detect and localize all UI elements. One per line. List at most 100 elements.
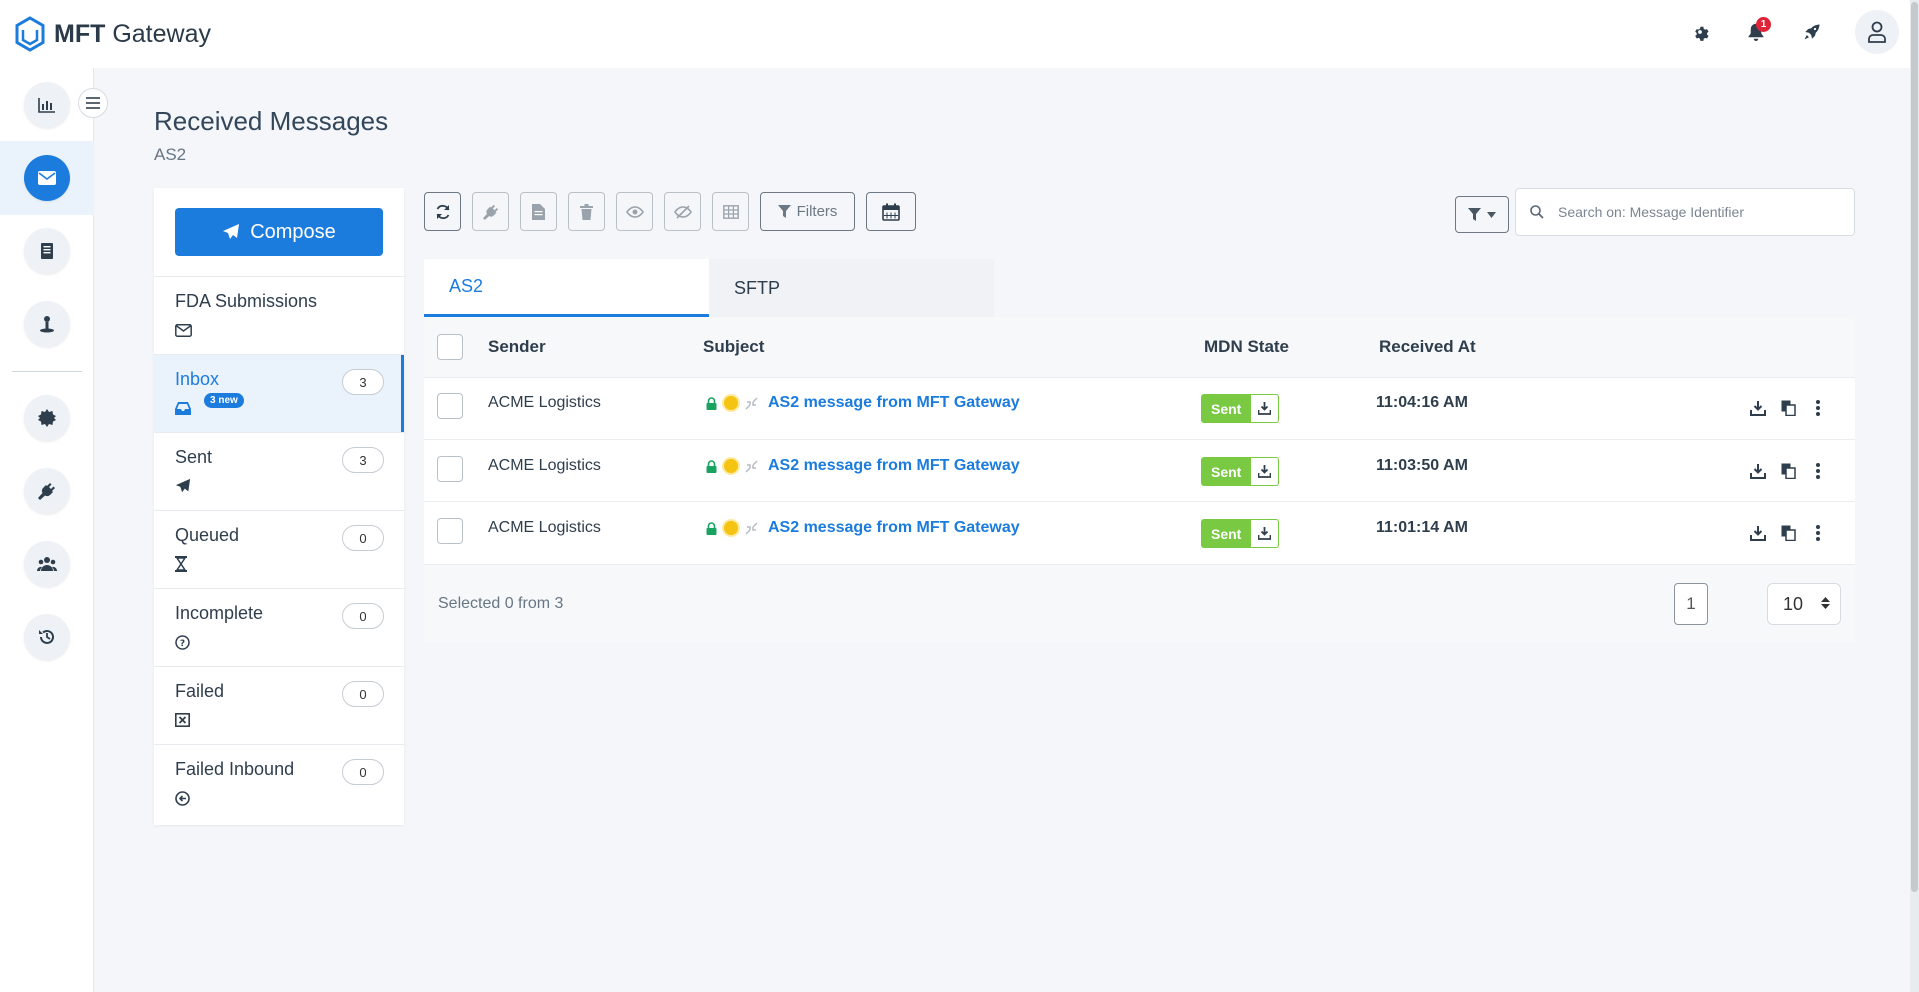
mdn-state: Sent bbox=[1201, 457, 1280, 486]
signed-status-icon bbox=[724, 396, 738, 410]
hourglass-icon bbox=[175, 555, 193, 573]
date-range-button[interactable] bbox=[866, 192, 916, 231]
column-sender[interactable]: Sender bbox=[488, 337, 546, 357]
folder-inbox[interactable]: Inbox 3 new 3 bbox=[154, 354, 404, 432]
table-row[interactable]: ACME Logistics AS2 message from MFT Gate… bbox=[424, 377, 1855, 439]
search-input[interactable] bbox=[1558, 204, 1838, 220]
received-at-cell: 11:01:14 AM bbox=[1376, 519, 1468, 536]
refresh-button[interactable] bbox=[424, 192, 461, 231]
table-icon bbox=[722, 204, 739, 219]
mdn-sent-badge: Sent bbox=[1201, 519, 1252, 548]
notifications-bell-icon[interactable]: 1 bbox=[1739, 15, 1773, 49]
history-icon[interactable] bbox=[24, 614, 70, 660]
row-checkbox[interactable] bbox=[437, 456, 463, 482]
download-mdn-icon[interactable] bbox=[1251, 394, 1280, 423]
search-box bbox=[1515, 188, 1855, 236]
mark-unread-button[interactable] bbox=[664, 192, 701, 231]
subject-cell: AS2 message from MFT Gateway bbox=[706, 457, 1020, 475]
tab-as2[interactable]: AS2 bbox=[424, 259, 709, 317]
column-mdn-state[interactable]: MDN State bbox=[1204, 337, 1289, 357]
plug-icon bbox=[482, 204, 498, 220]
message-subject-link[interactable]: AS2 message from MFT Gateway bbox=[768, 519, 1020, 537]
folder-sent[interactable]: Sent 3 bbox=[154, 432, 404, 510]
table-row[interactable]: ACME Logistics AS2 message from MFT Gate… bbox=[424, 501, 1855, 563]
folder-incomplete[interactable]: Incomplete ? 0 bbox=[154, 588, 404, 666]
sender-cell: ACME Logistics bbox=[488, 457, 601, 474]
tab-sftp[interactable]: SFTP bbox=[709, 259, 994, 317]
lock-icon bbox=[706, 396, 717, 410]
page-scrollbar[interactable] bbox=[1910, 0, 1919, 992]
copy-icon[interactable] bbox=[1779, 398, 1797, 418]
more-options-icon[interactable] bbox=[1809, 461, 1827, 481]
folder-fda-submissions[interactable]: FDA Submissions bbox=[154, 276, 404, 354]
message-subject-link[interactable]: AS2 message from MFT Gateway bbox=[768, 457, 1020, 475]
table-row[interactable]: ACME Logistics AS2 message from MFT Gate… bbox=[424, 439, 1855, 501]
view-document-button[interactable] bbox=[520, 192, 557, 231]
copy-icon[interactable] bbox=[1779, 461, 1797, 481]
page-size-select[interactable]: 10 bbox=[1767, 583, 1841, 625]
download-mdn-icon[interactable] bbox=[1251, 457, 1280, 486]
more-options-icon[interactable] bbox=[1809, 398, 1827, 418]
eye-slash-icon bbox=[673, 204, 692, 219]
dashboard-chart-icon[interactable] bbox=[24, 82, 70, 128]
users-icon[interactable] bbox=[24, 541, 70, 587]
sidebar-toggle-menu-icon[interactable] bbox=[78, 88, 108, 118]
documents-icon[interactable] bbox=[24, 228, 70, 274]
delete-button[interactable] bbox=[568, 192, 605, 231]
row-checkbox[interactable] bbox=[437, 518, 463, 544]
compression-icon bbox=[745, 521, 758, 535]
refresh-icon bbox=[436, 204, 449, 219]
mark-read-button[interactable] bbox=[616, 192, 653, 231]
download-mdn-icon[interactable] bbox=[1251, 519, 1280, 548]
row-checkbox[interactable] bbox=[437, 393, 463, 419]
messages-envelope-icon[interactable] bbox=[24, 155, 70, 201]
column-subject[interactable]: Subject bbox=[703, 337, 764, 357]
download-icon[interactable] bbox=[1749, 398, 1767, 418]
certificates-icon[interactable] bbox=[24, 395, 70, 441]
paper-plane-icon bbox=[175, 477, 193, 495]
envelope-icon bbox=[175, 321, 193, 339]
copy-icon[interactable] bbox=[1779, 523, 1797, 543]
message-subject-link[interactable]: AS2 message from MFT Gateway bbox=[768, 394, 1020, 412]
brand[interactable]: MFT Gateway bbox=[14, 16, 211, 52]
select-all-checkbox[interactable] bbox=[437, 334, 463, 360]
folder-failed[interactable]: Failed 0 bbox=[154, 666, 404, 744]
folder-failed-inbound[interactable]: Failed Inbound 0 bbox=[154, 744, 404, 822]
filter-icon bbox=[777, 205, 791, 218]
download-icon[interactable] bbox=[1749, 461, 1767, 481]
reprocess-button[interactable] bbox=[472, 192, 509, 231]
messages-table: Sender Subject MDN State Received At ACM… bbox=[424, 317, 1855, 642]
search-filter-dropdown[interactable] bbox=[1455, 196, 1509, 233]
mdn-sent-badge: Sent bbox=[1201, 457, 1252, 486]
inbox-icon bbox=[175, 399, 193, 417]
folder-count: 3 bbox=[342, 369, 384, 395]
folder-count: 0 bbox=[342, 759, 384, 785]
more-options-icon[interactable] bbox=[1809, 523, 1827, 543]
left-nav-rail bbox=[0, 68, 94, 992]
compression-icon bbox=[745, 396, 758, 410]
compose-button[interactable]: Compose bbox=[175, 208, 383, 256]
signed-status-icon bbox=[724, 459, 738, 473]
logo-icon bbox=[15, 16, 45, 52]
filters-button[interactable]: Filters bbox=[760, 192, 855, 231]
column-received-at[interactable]: Received At bbox=[1379, 337, 1476, 357]
selection-summary: Selected 0 from 3 bbox=[438, 595, 564, 612]
columns-button[interactable] bbox=[712, 192, 749, 231]
svg-text:?: ? bbox=[180, 639, 185, 649]
table-header: Sender Subject MDN State Received At bbox=[424, 317, 1855, 377]
partners-icon[interactable] bbox=[24, 301, 70, 347]
rocket-icon[interactable] bbox=[1795, 15, 1829, 49]
message-toolbar: Filters bbox=[424, 192, 916, 231]
mdn-sent-badge: Sent bbox=[1201, 394, 1252, 423]
pagination-page-button[interactable]: 1 bbox=[1674, 583, 1708, 625]
user-avatar-icon[interactable] bbox=[1855, 10, 1899, 54]
settings-gear-icon[interactable] bbox=[1683, 15, 1717, 49]
filter-icon bbox=[1468, 208, 1481, 221]
connectors-plug-icon[interactable] bbox=[24, 468, 70, 514]
mdn-state: Sent bbox=[1201, 519, 1280, 548]
download-icon[interactable] bbox=[1749, 523, 1767, 543]
row-actions bbox=[1749, 398, 1827, 418]
folder-panel: Compose FDA Submissions Inbox 3 new 3 Se… bbox=[154, 188, 404, 825]
trash-icon bbox=[580, 203, 593, 220]
folder-queued[interactable]: Queued 0 bbox=[154, 510, 404, 588]
